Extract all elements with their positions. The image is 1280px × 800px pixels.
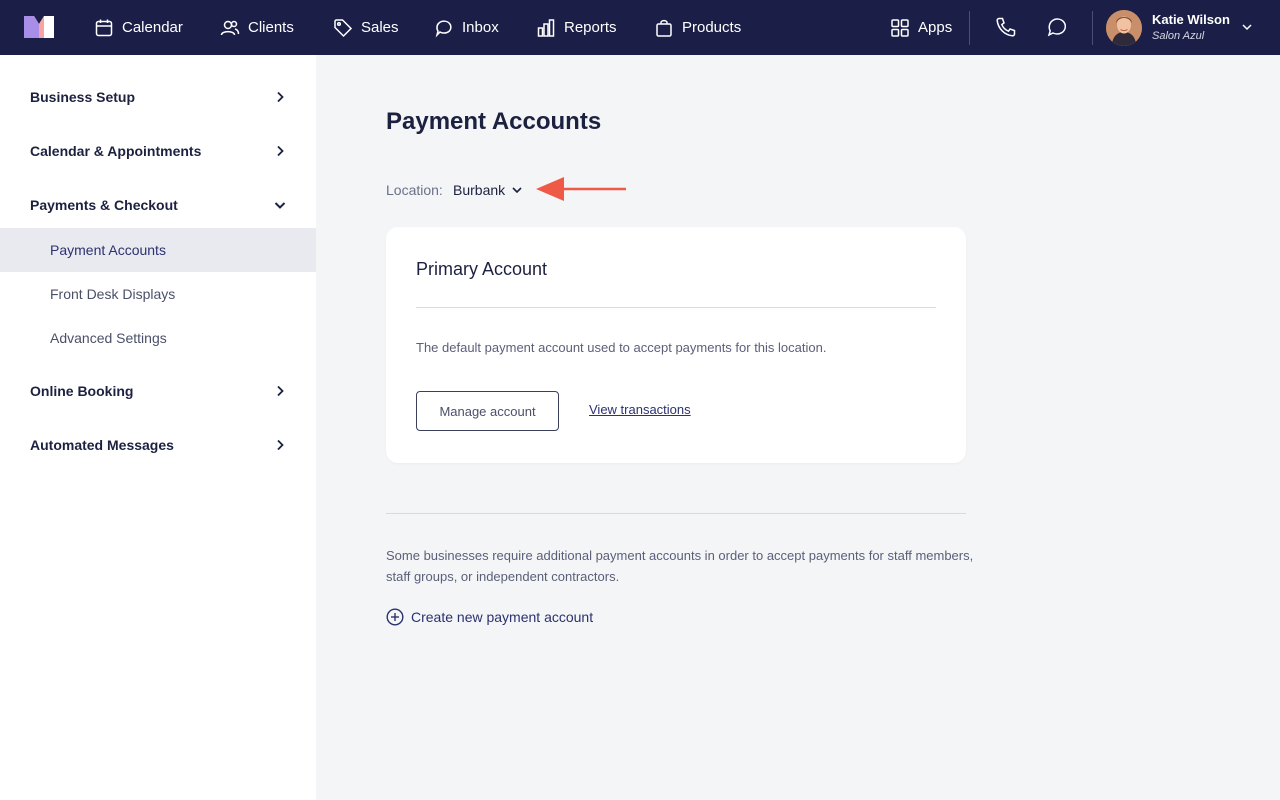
- location-dropdown[interactable]: Burbank: [453, 180, 523, 200]
- sidebar-section-label: Calendar & Appointments: [30, 143, 202, 159]
- nav-reports-label: Reports: [564, 19, 617, 36]
- sidebar-item-advanced-settings[interactable]: Advanced Settings: [0, 316, 316, 360]
- sidebar-section-calendar-appointments[interactable]: Calendar & Appointments: [0, 129, 316, 173]
- nav-apps[interactable]: Apps: [890, 0, 952, 55]
- nav-sales[interactable]: Sales: [333, 0, 399, 55]
- settings-sidebar: Business Setup Calendar & Appointments P…: [0, 55, 316, 800]
- calendar-icon: [95, 19, 113, 36]
- nav-products-label: Products: [682, 19, 742, 36]
- sidebar-section-business-setup[interactable]: Business Setup: [0, 75, 316, 119]
- apps-grid-icon: [891, 18, 909, 37]
- chevron-right-icon: [277, 385, 284, 397]
- user-business-name: Salon Azul: [1152, 30, 1205, 42]
- logo-icon[interactable]: [24, 16, 54, 38]
- nav-inbox[interactable]: Inbox: [434, 0, 499, 55]
- card-description: The default payment account used to acce…: [416, 340, 827, 355]
- bar-chart-icon: [537, 18, 555, 37]
- nav-products[interactable]: Products: [654, 0, 741, 55]
- chevron-down-icon: [274, 202, 286, 209]
- nav-calendar[interactable]: Calendar: [94, 0, 183, 55]
- sidebar-item-payment-accounts[interactable]: Payment Accounts: [0, 228, 316, 272]
- chevron-right-icon: [277, 145, 284, 157]
- sidebar-section-label: Business Setup: [30, 89, 136, 105]
- top-navigation-bar: Calendar Clients Sales Inbox Reports Pro…: [0, 0, 1280, 55]
- phone-icon[interactable]: [994, 15, 1018, 39]
- chat-icon[interactable]: [1045, 15, 1069, 39]
- chevron-right-icon: [277, 91, 284, 103]
- sidebar-section-label: Payments & Checkout: [30, 197, 178, 213]
- location-label: Location:: [386, 182, 443, 198]
- user-avatar[interactable]: [1106, 10, 1142, 46]
- nav-divider: [969, 11, 970, 45]
- nav-inbox-label: Inbox: [462, 19, 499, 36]
- card-divider: [416, 307, 936, 308]
- create-payment-account-link[interactable]: Create new payment account: [386, 608, 593, 626]
- chevron-down-icon: [512, 187, 522, 194]
- page-title: Payment Accounts: [386, 108, 602, 135]
- sidebar-section-payments-checkout[interactable]: Payments & Checkout: [0, 183, 316, 227]
- sidebar-section-label: Automated Messages: [30, 437, 174, 453]
- user-name[interactable]: Katie Wilson: [1152, 12, 1230, 27]
- sidebar-section-label: Online Booking: [30, 383, 134, 399]
- chevron-down-icon[interactable]: [1240, 20, 1254, 34]
- avatar-portrait: [1106, 10, 1142, 46]
- section-divider: [386, 513, 966, 514]
- create-payment-account-label: Create new payment account: [411, 609, 594, 625]
- nav-apps-label: Apps: [918, 19, 953, 36]
- additional-accounts-info: Some businesses require additional payme…: [386, 548, 974, 584]
- chevron-right-icon: [277, 439, 284, 451]
- nav-calendar-label: Calendar: [122, 19, 183, 36]
- plus-circle-icon: [386, 608, 404, 626]
- nav-clients[interactable]: Clients: [220, 0, 294, 55]
- sidebar-item-front-desk-displays[interactable]: Front Desk Displays: [0, 272, 316, 316]
- inbox-icon: [435, 19, 452, 37]
- annotation-arrow-icon: [536, 177, 626, 201]
- sidebar-section-online-booking[interactable]: Online Booking: [0, 369, 316, 413]
- card-title: Primary Account: [416, 259, 548, 279]
- nav-sales-label: Sales: [361, 19, 399, 36]
- shopping-bag-icon: [656, 19, 672, 37]
- nav-divider: [1092, 11, 1093, 45]
- view-transactions-link[interactable]: View transactions: [589, 402, 691, 417]
- primary-account-card: Primary Account The default payment acco…: [386, 227, 966, 463]
- location-value: Burbank: [453, 182, 506, 198]
- tag-icon: [334, 18, 353, 37]
- manage-account-button[interactable]: Manage account: [416, 391, 559, 431]
- nav-reports[interactable]: Reports: [536, 0, 617, 55]
- nav-clients-label: Clients: [248, 19, 294, 36]
- clients-icon: [220, 20, 240, 35]
- sidebar-section-automated-messages[interactable]: Automated Messages: [0, 423, 316, 467]
